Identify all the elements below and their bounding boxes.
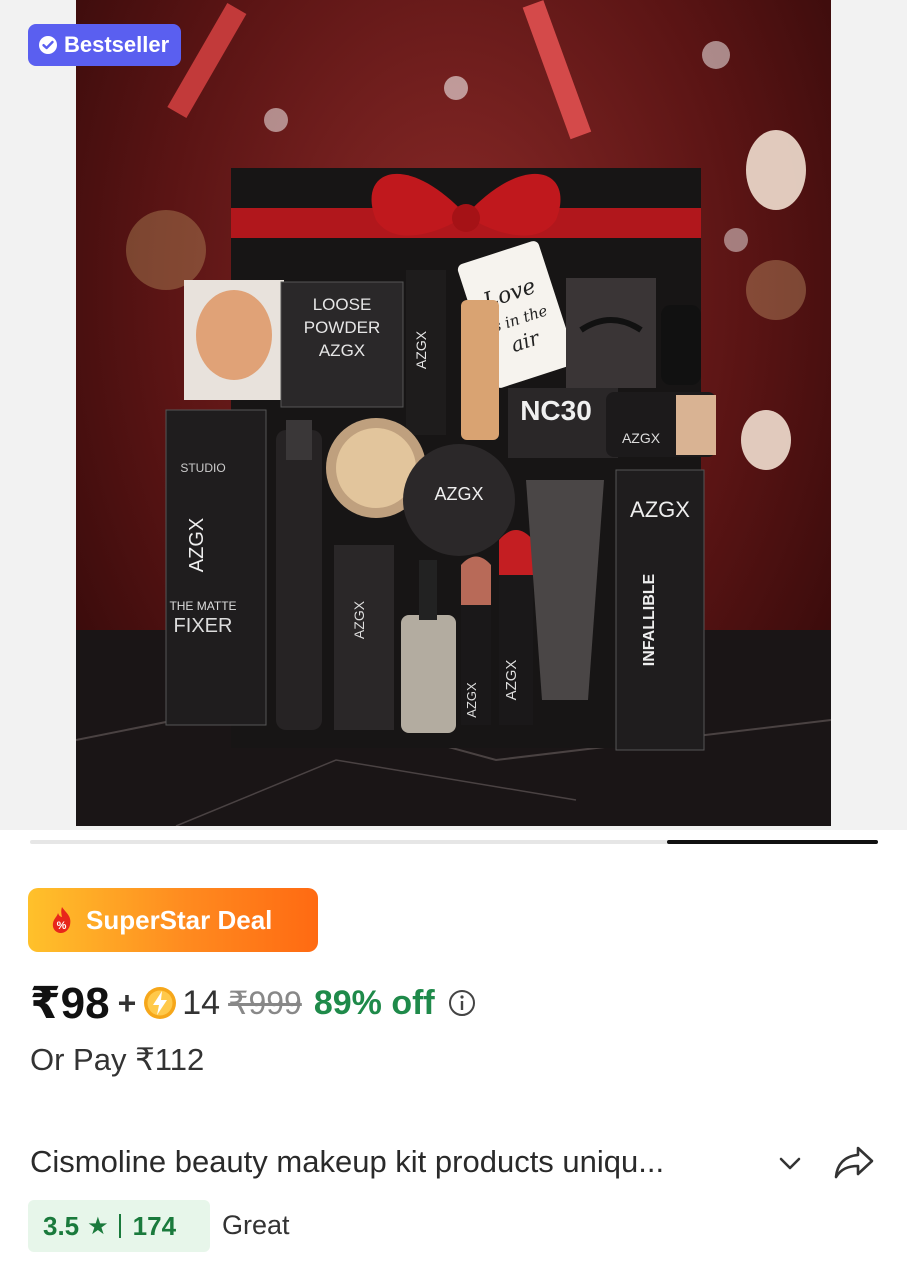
image-gallery[interactable]: Love is in the air LOOSE POWDER AZGX AZG… (0, 0, 907, 830)
svg-text:%: % (57, 920, 67, 932)
deal-label: SuperStar Deal (86, 904, 273, 935)
current-price: ₹98 (30, 978, 110, 1028)
product-image[interactable]: Love is in the air LOOSE POWDER AZGX AZG… (76, 0, 831, 826)
svg-text:NC30: NC30 (520, 395, 592, 426)
bestseller-badge: Bestseller (28, 24, 182, 66)
product-illustration: Love is in the air LOOSE POWDER AZGX AZG… (76, 0, 831, 826)
superstar-deal-badge: % SuperStar Deal (28, 888, 318, 952)
chevron-down-icon[interactable] (775, 1148, 805, 1178)
plus-sign: + (117, 984, 137, 1021)
info-icon[interactable] (447, 988, 477, 1018)
svg-text:AZGX: AZGX (503, 660, 520, 701)
rating-word: Great (222, 1210, 290, 1240)
svg-text:AZGX: AZGX (630, 497, 690, 522)
svg-text:AZGX: AZGX (434, 484, 483, 504)
coins-value: 14 (182, 983, 221, 1022)
verified-check-icon (39, 36, 57, 54)
price-row: ₹98 + 14 ₹999 89% off (30, 975, 477, 1031)
svg-text:THE MATTE: THE MATTE (169, 599, 236, 613)
svg-text:AZGX: AZGX (622, 430, 661, 446)
bestseller-label: Bestseller (64, 32, 170, 57)
svg-text:POWDER: POWDER (304, 318, 381, 337)
svg-text:LOOSE: LOOSE (313, 295, 372, 314)
star-icon: ★ (87, 1212, 109, 1240)
share-icon[interactable] (832, 1142, 876, 1182)
mrp-price: ₹999 (228, 985, 302, 1021)
svg-text:AZGX: AZGX (351, 600, 367, 639)
rating-divider (118, 1214, 121, 1238)
rating-badge[interactable]: 3.5 ★ 174 (28, 1200, 210, 1252)
fire-percent-icon: % (52, 907, 71, 933)
review-count: 174 (132, 1210, 177, 1241)
svg-text:FIXER: FIXER (174, 615, 233, 637)
svg-text:AZGX: AZGX (464, 682, 479, 718)
svg-text:AZGX: AZGX (413, 330, 429, 369)
product-title[interactable]: Cismoline beauty makeup kit products uni… (30, 1144, 664, 1180)
discount-percent: 89% off (313, 983, 435, 1022)
svg-text:AZGX: AZGX (186, 518, 208, 572)
svg-text:STUDIO: STUDIO (180, 461, 225, 475)
rating-value: 3.5 (43, 1210, 80, 1241)
gallery-scroll-thumb[interactable] (667, 840, 878, 844)
product-title-row[interactable]: Cismoline beauty makeup kit products uni… (30, 1138, 880, 1188)
alternate-price: Or Pay ₹112 (30, 1042, 205, 1077)
svg-text:AZGX: AZGX (319, 341, 365, 360)
svg-text:INFALLIBLE: INFALLIBLE (641, 573, 658, 666)
lightning-coin-icon (144, 987, 177, 1019)
